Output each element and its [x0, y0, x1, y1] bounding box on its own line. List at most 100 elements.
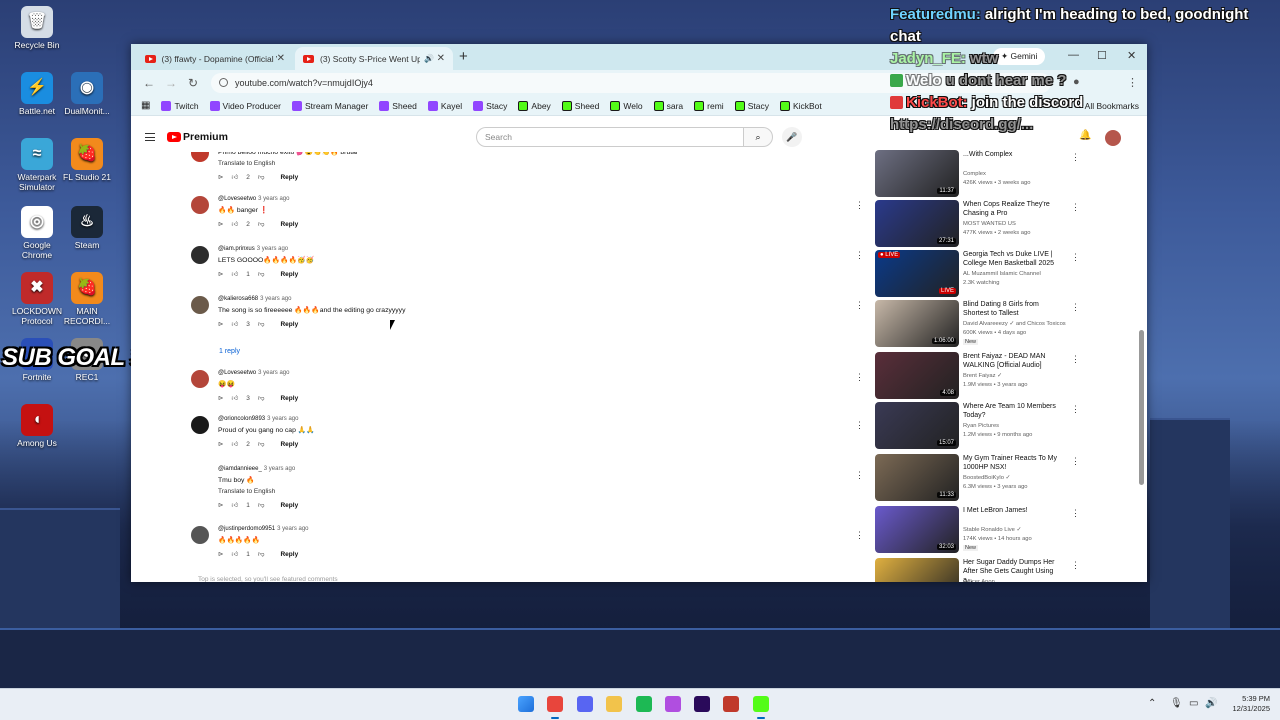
- related-video[interactable]: 11:37 ...With Complex Complex 426K views • …: [875, 150, 1137, 198]
- bookmark-link[interactable]: Sheed: [561, 100, 599, 111]
- video-thumbnail[interactable]: [875, 558, 959, 582]
- more-options-icon[interactable]: ⋮: [1071, 354, 1080, 365]
- video-thumbnail[interactable]: 11:37: [875, 150, 959, 197]
- more-options-icon[interactable]: ⋮: [855, 300, 864, 311]
- replies-icon[interactable]: ⊳: [218, 220, 223, 228]
- video-thumbnail[interactable]: 15:07: [875, 402, 959, 449]
- replies-icon[interactable]: ⊳: [218, 440, 223, 448]
- avatar[interactable]: [191, 246, 209, 264]
- reply-button[interactable]: Reply: [280, 174, 298, 181]
- more-options-icon[interactable]: ⋮: [1071, 404, 1080, 415]
- comment-author-name[interactable]: @orioncolon9893: [218, 416, 265, 422]
- file-explorer-icon[interactable]: [606, 696, 622, 712]
- related-video[interactable]: 4:08 Brent Faiyaz - DEAD MAN WALKING [Off…: [875, 352, 1137, 400]
- desktop-icon[interactable]: 🍓 FL Studio 21: [58, 138, 116, 182]
- more-options-icon[interactable]: ⋮: [1071, 560, 1080, 571]
- like-icon[interactable]: 👍︎: [231, 320, 238, 328]
- like-icon[interactable]: 👍︎: [231, 220, 238, 228]
- more-options-icon[interactable]: ⋮: [1071, 252, 1080, 263]
- avatar[interactable]: [191, 370, 209, 388]
- hamburger-menu-icon[interactable]: [145, 133, 155, 141]
- video-channel[interactable]: Ryan Pictures: [963, 423, 999, 429]
- clock[interactable]: 5:39 PM 12/31/2025: [1222, 694, 1270, 714]
- spotify-icon[interactable]: [636, 696, 652, 712]
- replies-icon[interactable]: ⊳: [218, 320, 223, 328]
- like-icon[interactable]: 👍︎: [231, 270, 238, 278]
- reply-button[interactable]: Reply: [280, 271, 298, 278]
- bookmark-link[interactable]: remi: [694, 100, 724, 111]
- monitor-icon[interactable]: ▭: [1189, 698, 1198, 709]
- related-video[interactable]: Her Sugar Daddy Dumps Her After She Gets…: [875, 558, 1137, 582]
- copilot-icon[interactable]: [665, 696, 681, 712]
- back-arrow-icon[interactable]: ←: [143, 76, 155, 90]
- search-icon[interactable]: ⌕: [743, 127, 773, 147]
- video-title[interactable]: Brent Faiyaz - DEAD MAN WALKING [Officia…: [963, 352, 1063, 370]
- reply-button[interactable]: Reply: [280, 441, 298, 448]
- video-title[interactable]: Blind Dating 8 Girls from Shortest to Ta…: [963, 300, 1063, 318]
- video-title[interactable]: My Gym Trainer Reacts To My 1000HP NSX!: [963, 454, 1063, 472]
- comment-author-name[interactable]: @iamdannieee_: [218, 466, 262, 472]
- dislike-icon[interactable]: 👎︎: [258, 220, 265, 228]
- more-options-icon[interactable]: ⋮: [855, 420, 864, 431]
- like-icon[interactable]: 👍︎: [231, 173, 238, 181]
- youtube-logo[interactable]: Premium: [167, 131, 228, 143]
- avatar[interactable]: [191, 526, 209, 544]
- apps-grid-icon[interactable]: ▦: [141, 100, 150, 111]
- reply-button[interactable]: Reply: [280, 502, 298, 509]
- video-channel[interactable]: David Alvareeezy ✓ and Chicos Toxicos: [963, 321, 1066, 327]
- site-info-icon[interactable]: [219, 78, 228, 87]
- like-icon[interactable]: 👍︎: [231, 394, 238, 402]
- premiere-icon[interactable]: [694, 696, 710, 712]
- avatar[interactable]: [191, 296, 209, 314]
- like-icon[interactable]: 👍︎: [231, 550, 238, 558]
- more-options-icon[interactable]: ⋮: [1071, 302, 1080, 313]
- comment-author-name[interactable]: @kalierosa668: [218, 296, 258, 302]
- close-tab-icon[interactable]: ✕: [277, 53, 285, 64]
- comment-author-name[interactable]: @Loveseetwo: [218, 196, 256, 202]
- video-title[interactable]: When Cops Realize They're Chasing a Pro: [963, 200, 1063, 218]
- browser-tab-active[interactable]: (3) Scotty S-Price Went Up! 🔊 ✕: [295, 47, 453, 70]
- more-options-icon[interactable]: ⋮: [855, 372, 864, 383]
- comment-author[interactable]: @orioncolon9893 3 years ago: [218, 416, 315, 422]
- bookmark-link[interactable]: Video Producer: [209, 100, 281, 111]
- related-video[interactable]: 27:31 When Cops Realize They're Chasing a…: [875, 200, 1137, 248]
- microphone-icon[interactable]: 🎤: [782, 127, 802, 147]
- video-channel[interactable]: Officer Anon: [963, 579, 995, 582]
- more-options-icon[interactable]: ⋮: [1071, 456, 1080, 467]
- dislike-icon[interactable]: 👎︎: [258, 173, 265, 181]
- replies-icon[interactable]: ⊳: [218, 173, 223, 181]
- comment-author[interactable]: @iam.prinxus 3 years ago: [218, 246, 314, 252]
- dislike-icon[interactable]: 👎︎: [258, 550, 265, 558]
- comment-author-name[interactable]: @Loveseetwo: [218, 370, 256, 376]
- dislike-icon[interactable]: 👎︎: [258, 394, 265, 402]
- desktop-icon[interactable]: 🗑 Recycle Bin: [8, 6, 66, 50]
- video-channel[interactable]: MOST WANTED US: [963, 221, 1016, 227]
- bookmark-link[interactable]: Twitch: [161, 100, 199, 111]
- bookmark-link[interactable]: Stacy: [473, 100, 507, 111]
- avatar[interactable]: [191, 416, 209, 434]
- video-channel[interactable]: BoostedBoiKylo ✓: [963, 475, 1010, 481]
- desktop-icon[interactable]: 🍓 MAIN RECORDI...: [58, 272, 116, 326]
- replies-icon[interactable]: ⊳: [218, 501, 223, 509]
- more-options-icon[interactable]: ⋮: [855, 530, 864, 541]
- reply-button[interactable]: Reply: [280, 551, 298, 558]
- replies-icon[interactable]: ⊳: [218, 394, 223, 402]
- avatar[interactable]: [191, 466, 209, 484]
- comment-author[interactable]: @kalierosa668 3 years ago: [218, 296, 405, 302]
- video-title[interactable]: ...With Complex: [963, 150, 1063, 159]
- new-tab-button[interactable]: +: [459, 48, 468, 65]
- browser-tab[interactable]: (3) ffawty - Dopamine (Official V ✕: [137, 47, 293, 70]
- speaker-icon[interactable]: 🔊: [424, 54, 434, 63]
- video-channel[interactable]: Stable Ronaldo Live ✓: [963, 527, 1021, 533]
- video-title[interactable]: I Met LeBron James!: [963, 506, 1063, 515]
- related-video[interactable]: 32:03 I Met LeBron James! Stable Ronaldo L…: [875, 506, 1137, 554]
- video-channel[interactable]: Brent Faiyaz ✓: [963, 373, 1002, 379]
- bookmark-link[interactable]: Abey: [518, 100, 551, 111]
- desktop-icon[interactable]: ◉ DualMonit...: [58, 72, 116, 116]
- comment-author-name[interactable]: @justinperdomo9951: [218, 526, 275, 532]
- comment-author[interactable]: @justinperdomo9951 3 years ago: [218, 526, 309, 532]
- scrollbar-thumb[interactable]: [1139, 330, 1144, 485]
- video-thumbnail[interactable]: 32:03: [875, 506, 959, 553]
- replies-icon[interactable]: ⊳: [218, 550, 223, 558]
- translate-link[interactable]: Translate to English: [218, 160, 357, 167]
